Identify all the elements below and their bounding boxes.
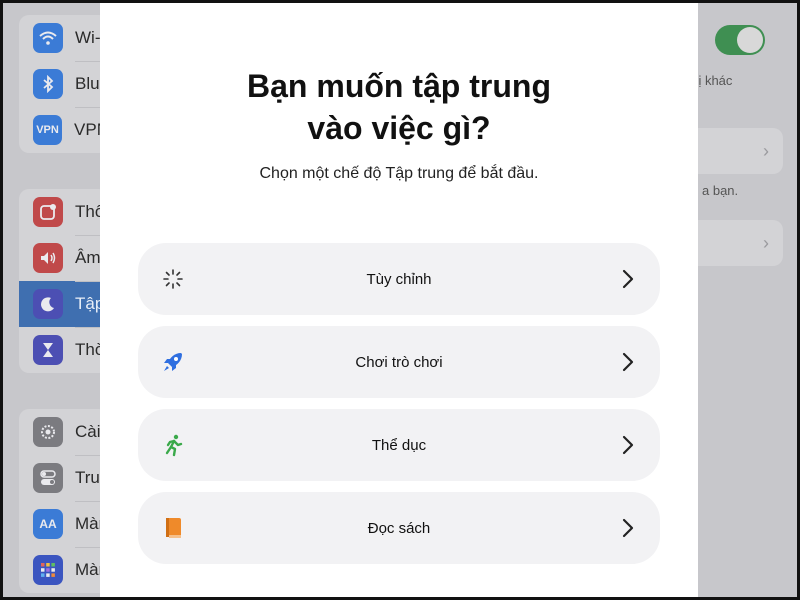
running-figure-icon bbox=[160, 433, 186, 457]
title-line-1: Bạn muốn tập trung bbox=[247, 68, 551, 104]
bluetooth-icon bbox=[33, 69, 63, 99]
book-icon bbox=[160, 516, 186, 540]
focus-setup-sheet: Bạn muốn tập trung vào việc gì? Chọn một… bbox=[100, 3, 698, 597]
sidebar-item-display[interactable]: AA Màn bbox=[19, 501, 109, 547]
page-subtitle: Chọn một chế độ Tập trung để bắt đầu. bbox=[259, 165, 539, 182]
home-grid-icon bbox=[33, 555, 63, 585]
sparkle-icon bbox=[160, 267, 186, 291]
sidebar-item-general[interactable]: Cài bbox=[19, 409, 109, 455]
gear-icon bbox=[33, 417, 63, 447]
sidebar-item-control-center[interactable]: Tru bbox=[19, 455, 109, 501]
detail-row-1[interactable]: › bbox=[698, 128, 783, 174]
page-title: Bạn muốn tập trung vào việc gì? bbox=[100, 65, 698, 149]
sidebar-item-label: Cài bbox=[75, 422, 101, 441]
option-label: Tùy chỉnh bbox=[366, 270, 432, 288]
sidebar-item-label: Tru bbox=[75, 468, 100, 487]
vpn-icon: VPN bbox=[33, 115, 63, 145]
sidebar-item-bluetooth[interactable]: Blu bbox=[19, 61, 109, 107]
option-fitness[interactable]: Thể dục bbox=[138, 409, 660, 481]
hourglass-icon bbox=[33, 335, 63, 365]
text-size-icon: AA bbox=[33, 509, 63, 539]
option-custom[interactable]: Tùy chỉnh bbox=[138, 243, 660, 315]
title-line-2: vào việc gì? bbox=[307, 110, 491, 146]
speaker-icon bbox=[33, 243, 63, 273]
sidebar-item-label: Wi- bbox=[75, 28, 101, 47]
sidebar-item-vpn[interactable]: VPN VPN bbox=[19, 107, 109, 153]
chevron-right-icon: › bbox=[763, 233, 769, 253]
switches-icon bbox=[33, 463, 63, 493]
detail-row-2[interactable]: › bbox=[698, 220, 783, 266]
rocket-icon bbox=[160, 350, 186, 374]
sidebar-item-home-screen[interactable]: Màn bbox=[19, 547, 109, 593]
option-label: Thể dục bbox=[371, 436, 427, 454]
sidebar-item-sounds[interactable]: Âm bbox=[19, 235, 109, 281]
share-across-devices-toggle[interactable] bbox=[715, 25, 765, 55]
wifi-icon bbox=[33, 23, 63, 53]
settings-sidebar: Wi- Blu VPN VPN Thô Âm Tập Thờ Cài Tru A… bbox=[3, 3, 109, 597]
sidebar-group-connectivity: Wi- Blu VPN VPN bbox=[19, 15, 109, 153]
sidebar-group-general: Cài Tru AA Màn Màn bbox=[19, 409, 109, 593]
sidebar-item-wifi[interactable]: Wi- bbox=[19, 15, 109, 61]
sidebar-item-label: Âm bbox=[75, 248, 101, 267]
moon-icon bbox=[33, 289, 63, 319]
chevron-right-icon: › bbox=[763, 141, 769, 161]
notification-icon bbox=[33, 197, 63, 227]
option-reading[interactable]: Đọc sách bbox=[138, 492, 660, 564]
sidebar-group-notifications: Thô Âm Tập Thờ bbox=[19, 189, 109, 373]
option-gaming[interactable]: Chơi trò chơi bbox=[138, 326, 660, 398]
settings-detail-pane: t bị khác › a bạn. › bbox=[684, 3, 797, 597]
sidebar-item-focus[interactable]: Tập bbox=[19, 281, 109, 327]
option-label: Chơi trò chơi bbox=[355, 353, 443, 371]
sidebar-item-label: Blu bbox=[75, 74, 100, 93]
chevron-right-icon bbox=[620, 433, 636, 457]
chevron-right-icon bbox=[620, 267, 636, 291]
option-label: Đọc sách bbox=[367, 519, 431, 537]
sidebar-item-notifications[interactable]: Thô bbox=[19, 189, 109, 235]
detail-footnote: a bạn. bbox=[702, 183, 739, 198]
chevron-right-icon bbox=[620, 516, 636, 540]
sidebar-item-screen-time[interactable]: Thờ bbox=[19, 327, 109, 373]
chevron-right-icon bbox=[620, 350, 636, 374]
